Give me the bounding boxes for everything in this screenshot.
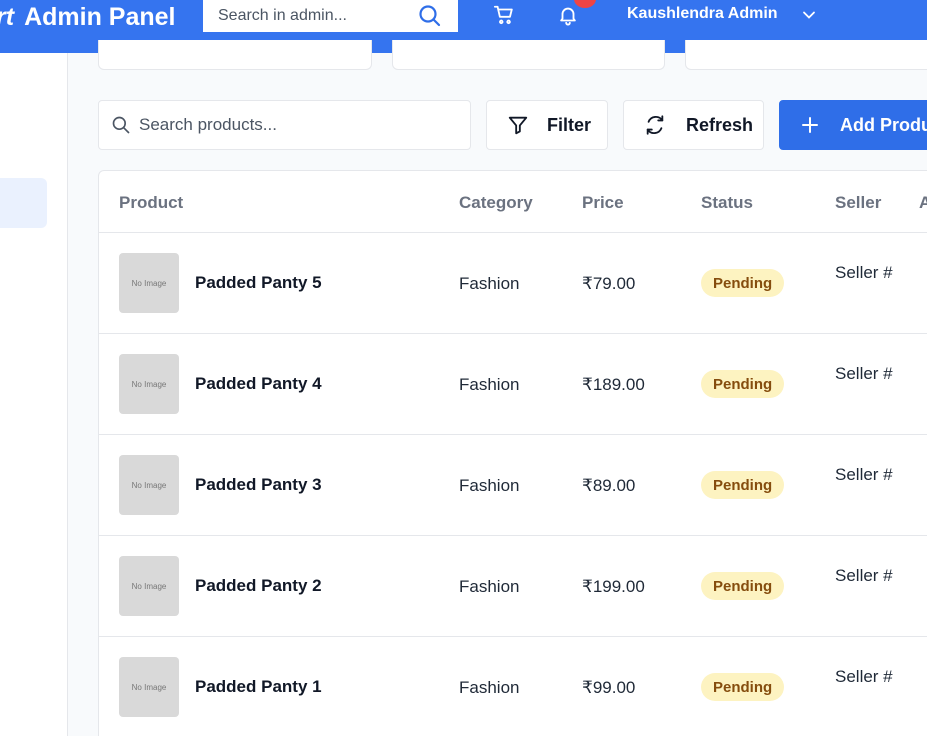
bell-icon[interactable] <box>557 4 579 26</box>
product-seller: Seller # <box>835 667 893 686</box>
product-name[interactable]: Padded Panty 2 <box>195 576 322 596</box>
product-thumbnail: No Image <box>119 556 179 616</box>
column-header-seller[interactable]: Seller <box>835 193 881 213</box>
column-header-price[interactable]: Price <box>582 193 624 213</box>
refresh-icon <box>644 114 666 136</box>
product-category: Fashion <box>459 678 520 697</box>
filter-button[interactable]: Filter <box>486 100 608 150</box>
filter-icon <box>507 114 529 136</box>
app-title: Admin Panel <box>24 2 176 31</box>
table-row[interactable]: No Image Padded Panty 3 Fashion ₹89.00 P… <box>99 435 927 536</box>
status-badge: Pending <box>701 673 785 701</box>
status-badge: Pending <box>701 471 785 499</box>
sidebar <box>0 53 68 736</box>
table-row[interactable]: No Image Padded Panty 5 Fashion ₹79.00 P… <box>99 233 927 334</box>
product-thumbnail: No Image <box>119 455 179 515</box>
table-header: Product Category Price Status Seller A <box>99 171 927 233</box>
product-price: ₹79.00 <box>582 274 636 293</box>
chevron-down-icon[interactable] <box>801 7 817 23</box>
cart-icon[interactable] <box>493 4 515 26</box>
product-seller: Seller # <box>835 263 893 282</box>
column-header-actions[interactable]: A <box>919 193 927 213</box>
status-badge: Pending <box>701 572 785 600</box>
product-category: Fashion <box>459 577 520 596</box>
search-icon[interactable] <box>418 4 442 28</box>
user-menu-name[interactable]: Kaushlendra Admin <box>627 5 778 23</box>
products-table: Product Category Price Status Seller A N… <box>98 170 927 736</box>
add-product-label: Add Produc <box>840 114 927 135</box>
brand-logo-fragment: rt <box>0 2 15 31</box>
table-row[interactable]: No Image Padded Panty 4 Fashion ₹189.00 … <box>99 334 927 435</box>
brand[interactable]: rt Admin Panel <box>0 0 175 34</box>
status-badge: Pending <box>701 370 785 398</box>
product-search-box <box>98 100 471 150</box>
column-header-category[interactable]: Category <box>459 193 533 213</box>
product-price: ₹199.00 <box>582 577 645 596</box>
product-thumbnail: No Image <box>119 253 179 313</box>
product-name[interactable]: Padded Panty 3 <box>195 475 322 495</box>
plus-icon <box>802 117 818 133</box>
product-category: Fashion <box>459 274 520 293</box>
column-header-status[interactable]: Status <box>701 193 753 213</box>
product-thumbnail: No Image <box>119 354 179 414</box>
column-header-product[interactable]: Product <box>119 193 183 213</box>
add-product-button[interactable]: Add Produc <box>779 100 927 150</box>
admin-search-input[interactable] <box>218 7 408 25</box>
product-price: ₹99.00 <box>582 678 636 697</box>
admin-search-box <box>203 0 458 32</box>
product-price: ₹89.00 <box>582 476 636 495</box>
product-category: Fashion <box>459 476 520 495</box>
product-thumbnail: No Image <box>119 657 179 717</box>
table-row[interactable]: No Image Padded Panty 1 Fashion ₹99.00 P… <box>99 637 927 736</box>
product-search-input[interactable] <box>139 115 439 135</box>
product-seller: Seller # <box>835 465 893 484</box>
refresh-label: Refresh <box>686 114 754 135</box>
table-row[interactable]: No Image Padded Panty 2 Fashion ₹199.00 … <box>99 536 927 637</box>
product-name[interactable]: Padded Panty 5 <box>195 273 322 293</box>
stat-card <box>98 40 372 70</box>
status-badge: Pending <box>701 269 785 297</box>
sidebar-item-active[interactable] <box>0 178 47 228</box>
search-icon <box>111 115 131 135</box>
product-seller: Seller # <box>835 566 893 585</box>
product-name[interactable]: Padded Panty 4 <box>195 374 322 394</box>
stat-card <box>392 40 665 70</box>
product-name[interactable]: Padded Panty 1 <box>195 677 322 697</box>
stat-card <box>685 40 927 70</box>
product-seller: Seller # <box>835 364 893 383</box>
product-category: Fashion <box>459 375 520 394</box>
filter-label: Filter <box>547 114 592 135</box>
product-price: ₹189.00 <box>582 375 645 394</box>
refresh-button[interactable]: Refresh <box>623 100 764 150</box>
